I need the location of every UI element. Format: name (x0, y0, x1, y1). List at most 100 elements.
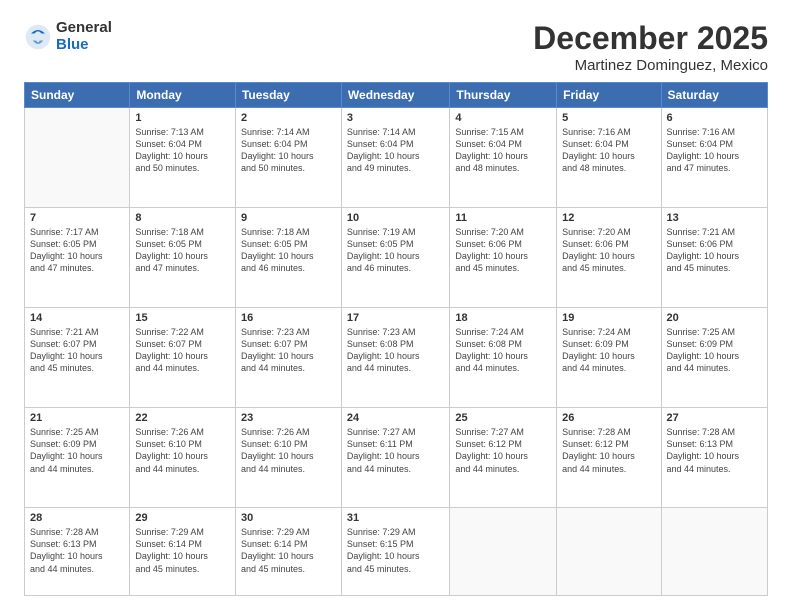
day-info: Sunrise: 7:28 AM Sunset: 6:12 PM Dayligh… (562, 426, 655, 475)
day-cell (25, 108, 130, 208)
day-cell: 5 Sunrise: 7:16 AM Sunset: 6:04 PM Daylig… (557, 108, 661, 208)
day-cell: 16 Sunrise: 7:23 AM Sunset: 6:07 PM Dayli… (235, 308, 341, 408)
day-number: 13 (667, 212, 762, 224)
day-number: 7 (30, 212, 124, 224)
day-number: 12 (562, 212, 655, 224)
day-number: 25 (455, 412, 551, 424)
day-info: Sunrise: 7:17 AM Sunset: 6:05 PM Dayligh… (30, 226, 124, 275)
header: General Blue December 2025 Martinez Domi… (24, 20, 768, 74)
day-info: Sunrise: 7:14 AM Sunset: 6:04 PM Dayligh… (241, 126, 336, 175)
day-info: Sunrise: 7:27 AM Sunset: 6:11 PM Dayligh… (347, 426, 444, 475)
day-number: 31 (347, 512, 444, 524)
day-number: 11 (455, 212, 551, 224)
day-info: Sunrise: 7:21 AM Sunset: 6:06 PM Dayligh… (667, 226, 762, 275)
day-number: 8 (135, 212, 230, 224)
day-number: 9 (241, 212, 336, 224)
day-cell (557, 508, 661, 596)
day-info: Sunrise: 7:27 AM Sunset: 6:12 PM Dayligh… (455, 426, 551, 475)
day-info: Sunrise: 7:24 AM Sunset: 6:08 PM Dayligh… (455, 326, 551, 375)
title-block: December 2025 Martinez Dominguez, Mexico (533, 20, 768, 74)
day-cell: 10 Sunrise: 7:19 AM Sunset: 6:05 PM Dayli… (341, 208, 449, 308)
day-cell (450, 508, 557, 596)
day-cell: 19Sunrise: 7:24 AM Sunset: 6:09 PM Dayli… (557, 308, 661, 408)
day-cell: 15 Sunrise: 7:22 AM Sunset: 6:07 PM Dayli… (130, 308, 236, 408)
week-row-2: 7 Sunrise: 7:17 AM Sunset: 6:05 PM Daylig… (25, 208, 768, 308)
day-cell: 1Sunrise: 7:13 AM Sunset: 6:04 PM Daylig… (130, 108, 236, 208)
day-info: Sunrise: 7:16 AM Sunset: 6:04 PM Dayligh… (562, 126, 655, 175)
day-cell: 21Sunrise: 7:25 AM Sunset: 6:09 PM Dayli… (25, 408, 130, 508)
day-number: 3 (347, 112, 444, 124)
day-cell: 25 Sunrise: 7:27 AM Sunset: 6:12 PM Dayli… (450, 408, 557, 508)
day-info: Sunrise: 7:20 AM Sunset: 6:06 PM Dayligh… (562, 226, 655, 275)
logo-blue: Blue (56, 37, 112, 54)
day-cell: 28 Sunrise: 7:28 AM Sunset: 6:13 PM Dayli… (25, 508, 130, 596)
day-cell: 27Sunrise: 7:28 AM Sunset: 6:13 PM Dayli… (661, 408, 767, 508)
day-cell: 2Sunrise: 7:14 AM Sunset: 6:04 PM Daylig… (235, 108, 341, 208)
month-title: December 2025 (533, 20, 768, 57)
day-info: Sunrise: 7:29 AM Sunset: 6:14 PM Dayligh… (135, 526, 230, 575)
day-number: 26 (562, 412, 655, 424)
day-number: 6 (667, 112, 762, 124)
day-number: 24 (347, 412, 444, 424)
day-info: Sunrise: 7:19 AM Sunset: 6:05 PM Dayligh… (347, 226, 444, 275)
day-info: Sunrise: 7:15 AM Sunset: 6:04 PM Dayligh… (455, 126, 551, 175)
week-row-3: 14Sunrise: 7:21 AM Sunset: 6:07 PM Dayli… (25, 308, 768, 408)
day-number: 10 (347, 212, 444, 224)
day-info: Sunrise: 7:23 AM Sunset: 6:07 PM Dayligh… (241, 326, 336, 375)
day-cell: 9 Sunrise: 7:18 AM Sunset: 6:05 PM Daylig… (235, 208, 341, 308)
header-row: SundayMondayTuesdayWednesdayThursdayFrid… (25, 83, 768, 108)
day-cell: 31 Sunrise: 7:29 AM Sunset: 6:15 PM Dayli… (341, 508, 449, 596)
day-number: 30 (241, 512, 336, 524)
logo-text: General Blue (56, 20, 112, 53)
day-info: Sunrise: 7:18 AM Sunset: 6:05 PM Dayligh… (135, 226, 230, 275)
day-info: Sunrise: 7:29 AM Sunset: 6:15 PM Dayligh… (347, 526, 444, 575)
day-cell: 7 Sunrise: 7:17 AM Sunset: 6:05 PM Daylig… (25, 208, 130, 308)
day-cell: 26 Sunrise: 7:28 AM Sunset: 6:12 PM Dayli… (557, 408, 661, 508)
col-header-wednesday: Wednesday (341, 83, 449, 108)
day-number: 28 (30, 512, 124, 524)
day-info: Sunrise: 7:26 AM Sunset: 6:10 PM Dayligh… (241, 426, 336, 475)
day-number: 29 (135, 512, 230, 524)
calendar-table: SundayMondayTuesdayWednesdayThursdayFrid… (24, 82, 768, 596)
day-number: 20 (667, 312, 762, 324)
day-cell: 24 Sunrise: 7:27 AM Sunset: 6:11 PM Dayli… (341, 408, 449, 508)
col-header-saturday: Saturday (661, 83, 767, 108)
col-header-monday: Monday (130, 83, 236, 108)
day-cell: 12 Sunrise: 7:20 AM Sunset: 6:06 PM Dayli… (557, 208, 661, 308)
col-header-sunday: Sunday (25, 83, 130, 108)
day-cell: 23 Sunrise: 7:26 AM Sunset: 6:10 PM Dayli… (235, 408, 341, 508)
day-info: Sunrise: 7:13 AM Sunset: 6:04 PM Dayligh… (135, 126, 230, 175)
day-number: 23 (241, 412, 336, 424)
day-cell: 13 Sunrise: 7:21 AM Sunset: 6:06 PM Dayli… (661, 208, 767, 308)
day-info: Sunrise: 7:26 AM Sunset: 6:10 PM Dayligh… (135, 426, 230, 475)
day-cell (661, 508, 767, 596)
day-number: 16 (241, 312, 336, 324)
day-number: 15 (135, 312, 230, 324)
day-info: Sunrise: 7:28 AM Sunset: 6:13 PM Dayligh… (667, 426, 762, 475)
col-header-friday: Friday (557, 83, 661, 108)
col-header-thursday: Thursday (450, 83, 557, 108)
day-number: 21 (30, 412, 124, 424)
day-number: 5 (562, 112, 655, 124)
logo-general: General (56, 20, 112, 37)
week-row-1: 1Sunrise: 7:13 AM Sunset: 6:04 PM Daylig… (25, 108, 768, 208)
day-info: Sunrise: 7:20 AM Sunset: 6:06 PM Dayligh… (455, 226, 551, 275)
day-info: Sunrise: 7:18 AM Sunset: 6:05 PM Dayligh… (241, 226, 336, 275)
week-row-5: 28 Sunrise: 7:28 AM Sunset: 6:13 PM Dayli… (25, 508, 768, 596)
day-number: 22 (135, 412, 230, 424)
day-number: 19 (562, 312, 655, 324)
day-cell: 30Sunrise: 7:29 AM Sunset: 6:14 PM Dayli… (235, 508, 341, 596)
day-cell: 29 Sunrise: 7:29 AM Sunset: 6:14 PM Dayli… (130, 508, 236, 596)
day-number: 17 (347, 312, 444, 324)
day-number: 4 (455, 112, 551, 124)
day-number: 18 (455, 312, 551, 324)
day-info: Sunrise: 7:22 AM Sunset: 6:07 PM Dayligh… (135, 326, 230, 375)
day-cell: 4 Sunrise: 7:15 AM Sunset: 6:04 PM Daylig… (450, 108, 557, 208)
logo-icon (24, 23, 52, 51)
day-cell: 14Sunrise: 7:21 AM Sunset: 6:07 PM Dayli… (25, 308, 130, 408)
day-cell: 18 Sunrise: 7:24 AM Sunset: 6:08 PM Dayli… (450, 308, 557, 408)
day-number: 14 (30, 312, 124, 324)
day-cell: 11 Sunrise: 7:20 AM Sunset: 6:06 PM Dayli… (450, 208, 557, 308)
day-info: Sunrise: 7:16 AM Sunset: 6:04 PM Dayligh… (667, 126, 762, 175)
day-info: Sunrise: 7:28 AM Sunset: 6:13 PM Dayligh… (30, 526, 124, 575)
